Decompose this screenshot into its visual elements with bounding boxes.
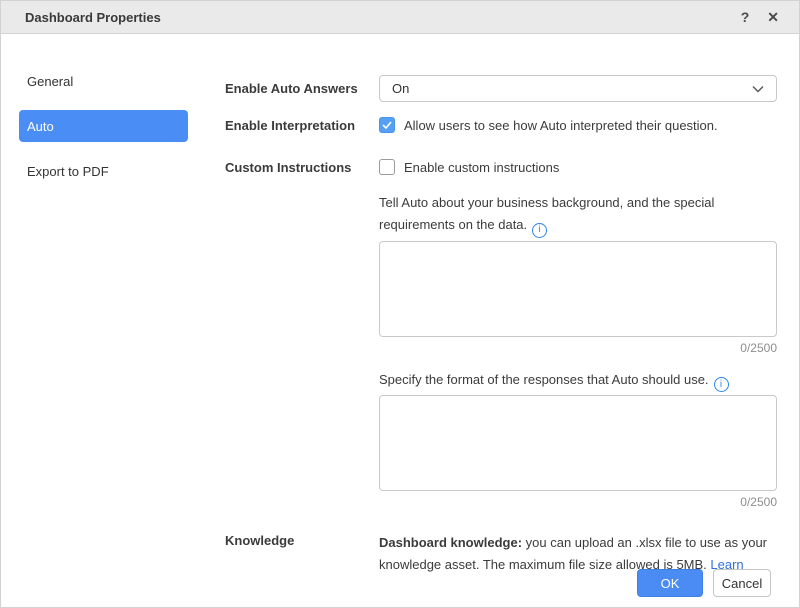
interpretation-checkbox-label: Allow users to see how Auto interpreted …: [404, 118, 718, 133]
enable-custom-instructions-checkbox[interactable]: [379, 159, 395, 175]
chevron-down-icon: [752, 85, 764, 93]
response-format-textarea[interactable]: [379, 395, 777, 491]
enable-custom-instructions-checkbox-label: Enable custom instructions: [404, 160, 559, 175]
sidebar-item-auto[interactable]: Auto: [19, 110, 188, 142]
knowledge-description-bold: Dashboard knowledge:: [379, 535, 522, 550]
custom-instructions-label: Custom Instructions: [225, 159, 379, 509]
interpretation-checkbox[interactable]: [379, 117, 395, 133]
interpretation-label: Enable Interpretation: [225, 117, 379, 133]
dialog-title: Dashboard Properties: [25, 10, 161, 25]
knowledge-label: Knowledge: [225, 532, 379, 576]
business-background-char-counter: 0/2500: [379, 341, 777, 355]
response-format-char-counter: 0/2500: [379, 495, 777, 509]
dialog-footer: OK Cancel: [637, 569, 771, 597]
close-icon[interactable]: ✕: [767, 10, 779, 24]
cancel-button[interactable]: Cancel: [713, 569, 771, 597]
auto-settings-panel: Enable Auto Answers On Enable Interpreta…: [225, 65, 800, 576]
business-background-hint-line2: requirements on the data.: [379, 217, 527, 232]
auto-answers-row: Enable Auto Answers On: [225, 75, 777, 102]
sidebar-item-general[interactable]: General: [19, 65, 188, 97]
dashboard-properties-dialog: Dashboard Properties ? ✕ General Auto Ex…: [0, 0, 800, 608]
auto-answers-select[interactable]: On: [379, 75, 777, 102]
response-format-hint: Specify the format of the responses that…: [379, 369, 777, 393]
header-actions: ? ✕: [741, 10, 779, 24]
info-icon[interactable]: i: [532, 223, 547, 238]
business-background-hint-line1: Tell Auto about your business background…: [379, 195, 714, 210]
business-background-textarea[interactable]: [379, 241, 777, 337]
custom-instructions-row: Custom Instructions Enable custom instru…: [225, 159, 777, 509]
interpretation-row: Enable Interpretation Allow users to see…: [225, 117, 777, 133]
ok-button[interactable]: OK: [637, 569, 703, 597]
sidebar: General Auto Export to PDF: [19, 65, 188, 576]
auto-answers-label: Enable Auto Answers: [225, 75, 379, 102]
business-background-hint: Tell Auto about your business background…: [379, 192, 777, 238]
dialog-header: Dashboard Properties ? ✕: [1, 1, 799, 34]
sidebar-item-export-to-pdf[interactable]: Export to PDF: [19, 155, 188, 187]
auto-answers-selected-value: On: [392, 81, 409, 96]
help-icon[interactable]: ?: [741, 10, 750, 24]
info-icon[interactable]: i: [714, 377, 729, 392]
response-format-hint-text: Specify the format of the responses that…: [379, 372, 709, 387]
